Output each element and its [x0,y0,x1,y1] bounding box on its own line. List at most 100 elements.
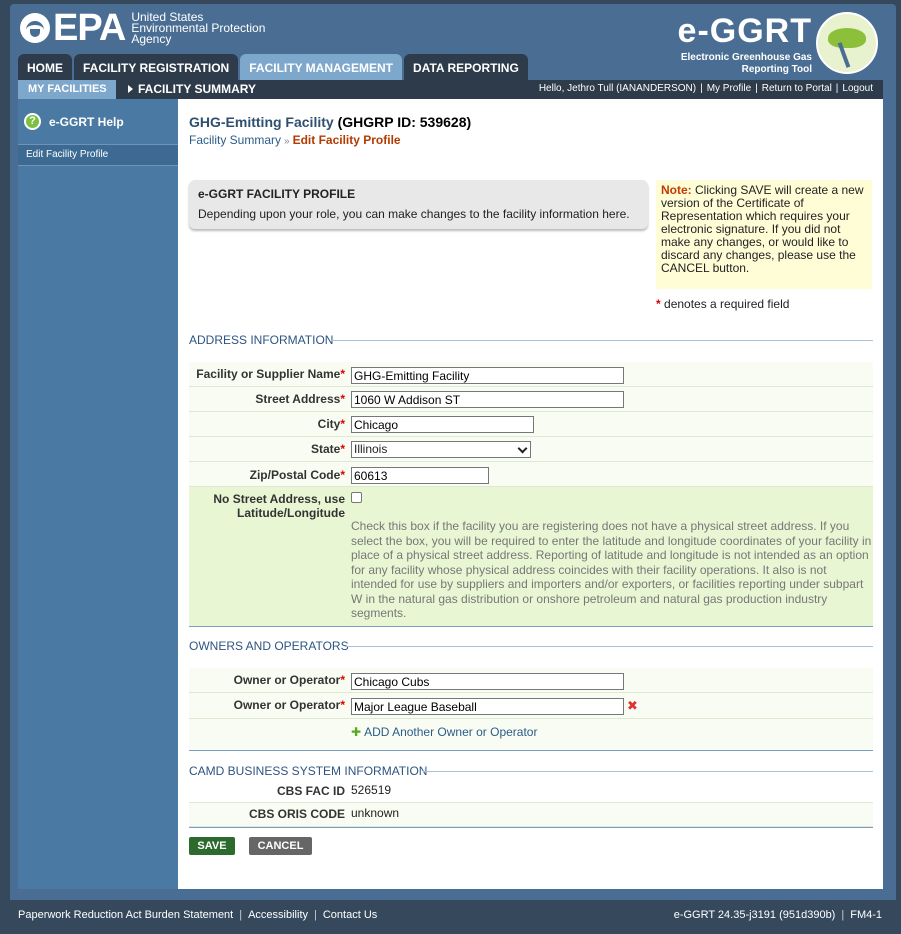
cancel-button[interactable]: CANCEL [249,837,312,855]
profile-box-title: e-GGRT FACILITY PROFILE [198,187,356,201]
facility-name-input[interactable] [351,367,624,384]
user-links: Hello, Jethro Tull (IANANDERSON) | My Prof… [538,83,873,94]
required-star: * [656,297,661,311]
remove-owner-icon[interactable]: ✖ [627,698,638,714]
paperwork-reduction-link[interactable]: Paperwork Reduction Act Burden Statement [18,909,233,921]
logout-link[interactable]: Logout [842,83,873,94]
eggrt-title: e-GGRT [677,12,812,50]
owners-bottom-rule [189,750,873,751]
sidebar-item-edit-facility-profile[interactable]: Edit Facility Profile [18,145,178,166]
state-select[interactable]: Illinois [351,441,531,458]
zip-input[interactable] [351,467,489,484]
cbs-fac-id-label: CBS FAC ID [276,784,345,798]
epa-letters: EPA [53,7,126,49]
left-sidebar: ? e-GGRT Help Edit Facility Profile [18,99,178,889]
add-owner-link[interactable]: ✚ ADD Another Owner or Operator [351,725,537,739]
street-address-input[interactable] [351,391,624,408]
zip-row: Zip/Postal Code* [189,462,873,487]
note-text: Clicking SAVE will create a new version … [661,183,864,275]
header: EPA United States Environmental Protecti… [10,4,896,80]
eggrt-subtitle: Electronic Greenhouse Gas Reporting Tool [681,52,812,76]
owners-heading-rule [346,646,873,647]
main-tabs: HOME FACILITY REGISTRATION FACILITY MANA… [18,54,528,80]
cbs-oris-code-label: CBS ORIS CODE [248,807,345,821]
eggrt-help-label: e-GGRT Help [49,114,124,129]
tab-data-reporting[interactable]: DATA REPORTING [404,54,528,80]
my-profile-link[interactable]: My Profile [707,83,751,94]
save-button[interactable]: SAVE [189,837,235,855]
eggrt-subtitle-line-2: Reporting Tool [741,64,812,75]
subnav-facility-summary[interactable]: FACILITY SUMMARY [128,80,256,99]
no-street-address-help: Check this box if the facility you are r… [351,519,872,620]
owner-input-1[interactable] [351,673,624,690]
zip-label: Zip/Postal Code* [249,468,345,482]
street-address-row: Street Address* [189,387,873,412]
owner-input-2[interactable] [351,698,624,715]
owners-form: Owner or Operator* Owner or Operator* ✖ … [189,668,873,750]
epa-logo[interactable]: EPA United States Environmental Protecti… [20,9,265,47]
cbs-oris-code-value: unknown [351,806,400,820]
camd-info: CBS FAC ID 526519 CBS ORIS CODE unknown [189,779,873,827]
breadcrumb-current: Edit Facility Profile [292,133,401,147]
epa-seal-icon [20,13,50,43]
breadcrumb-separator: » [284,136,290,147]
facility-name-title: GHG-Emitting Facility [189,114,334,130]
facility-name-row: Facility or Supplier Name* [189,362,873,387]
footer-links: Paperwork Reduction Act Burden Statement… [18,909,378,921]
ghgrp-id: (GHGRP ID: 539628) [337,114,472,130]
city-row: City* [189,412,873,437]
add-owner-label: ADD Another Owner or Operator [364,725,538,739]
cbs-oris-code-row: CBS ORIS CODE unknown [189,803,873,827]
cbs-fac-id-row: CBS FAC ID 526519 [189,779,873,803]
eggrt-subtitle-line-1: Electronic Greenhouse Gas [680,52,812,63]
camd-bottom-rule [189,827,873,828]
triangle-right-icon [128,85,133,93]
main-content: GHG-Emitting Facility (GHGRP ID: 539628)… [178,99,883,889]
owner-row-1: Owner or Operator* [189,668,873,693]
accessibility-link[interactable]: Accessibility [248,909,308,921]
address-heading-rule [331,340,873,341]
subnav-facility-summary-label: FACILITY SUMMARY [138,82,257,96]
no-street-address-label: No Street Address, use Latitude/Longitud… [213,492,345,520]
state-label: State* [310,442,345,456]
question-icon: ? [24,113,41,130]
agency-line-3: Agency [131,31,172,46]
address-form: Facility or Supplier Name* Street Addres… [189,362,873,626]
tab-facility-management[interactable]: FACILITY MANAGEMENT [240,54,403,80]
required-field-legend: * denotes a required field [656,297,789,311]
city-input[interactable] [351,416,534,433]
address-section-heading: ADDRESS INFORMATION [189,333,334,347]
tab-home[interactable]: HOME [18,54,72,80]
cbs-fac-id-value: 526519 [351,783,392,797]
chevron-down-icon [517,443,528,454]
profile-box-description: Depending upon your role, you can make c… [198,207,630,221]
page-title: GHG-Emitting Facility (GHGRP ID: 539628) [189,114,471,130]
save-note: Note: Clicking SAVE will create a new ve… [656,180,872,289]
breadcrumb-facility-summary[interactable]: Facility Summary [189,133,281,147]
state-row: State* Illinois [189,437,873,462]
owners-section-heading: OWNERS AND OPERATORS [189,639,349,653]
facility-name-label: Facility or Supplier Name* [196,367,345,381]
user-greeting: Hello, Jethro Tull (IANANDERSON) [538,83,697,94]
eggrt-emblem-icon [816,12,878,74]
owner-label-2: Owner or Operator* [233,698,345,712]
tab-facility-registration[interactable]: FACILITY REGISTRATION [74,54,239,80]
eggrt-logo[interactable]: e-GGRT Electronic Greenhouse Gas Reporti… [672,8,882,78]
note-label: Note: [661,183,692,197]
owner-row-2: Owner or Operator* ✖ [189,693,873,719]
no-street-address-checkbox[interactable] [351,492,362,503]
return-to-portal-link[interactable]: Return to Portal [762,83,832,94]
owner-label-1: Owner or Operator* [233,673,345,687]
camd-heading-rule [423,771,873,772]
eggrt-help-link[interactable]: ? e-GGRT Help [18,99,178,145]
epa-agency-name: United States Environmental Protection A… [131,11,265,46]
sub-navigation: MY FACILITIES FACILITY SUMMARY Hello, Je… [18,80,883,99]
footer: Paperwork Reduction Act Burden Statement… [0,900,901,934]
contact-us-link[interactable]: Contact Us [323,909,377,921]
footer-version: e-GGRT 24.35-j3191 (951d390b) | FM4-1 [673,909,882,921]
profile-info-box: e-GGRT FACILITY PROFILE Depending upon y… [189,180,648,229]
required-legend-text: denotes a required field [664,297,790,311]
form-id: FM4-1 [850,909,882,921]
state-selected-value: Illinois [354,442,388,456]
subnav-my-facilities[interactable]: MY FACILITIES [18,80,116,99]
